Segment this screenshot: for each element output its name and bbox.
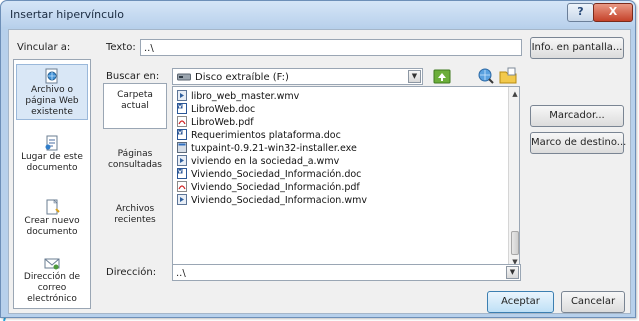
target-frame-button[interactable]: Marco de destino... xyxy=(530,132,626,154)
file-item[interactable]: Viviendo_Sociedad_Información.doc xyxy=(177,168,361,180)
video-file-icon xyxy=(177,90,187,101)
nav-recent-files-label: Archivos recientes xyxy=(114,204,156,225)
address-combobox[interactable]: ..\ ▼ xyxy=(172,264,521,281)
link-to-place-in-document[interactable]: Lugar de este documento xyxy=(16,132,88,178)
scroll-thumb[interactable] xyxy=(511,231,519,255)
word-file-icon xyxy=(177,129,187,140)
email-icon xyxy=(44,258,60,270)
cancel-button[interactable]: Cancelar xyxy=(561,291,625,313)
bookmark-button[interactable]: Marcador... xyxy=(530,105,624,127)
file-item[interactable]: tuxpaint-0.9.21-win32-installer.exe xyxy=(177,142,357,154)
link-to-email-address-label: Dirección de correo electrónico xyxy=(23,272,81,304)
file-name: LibroWeb.pdf xyxy=(191,117,254,128)
file-item[interactable]: libro_web_master.wmv xyxy=(177,90,299,102)
text-label: Texto: xyxy=(106,42,136,53)
link-to-existing-file-label: Archivo o página Web existente xyxy=(25,85,79,117)
word-file-icon xyxy=(177,168,187,179)
link-to-new-document-label: Crear nuevo documento xyxy=(24,216,80,237)
file-name: LibroWeb.doc xyxy=(191,104,256,115)
title-bar: Insertar hipervínculo ? X xyxy=(1,1,635,27)
address-dropdown-arrow[interactable]: ▼ xyxy=(506,266,519,279)
link-to-new-document[interactable]: Crear nuevo documento xyxy=(16,196,88,242)
file-item[interactable]: LibroWeb.doc xyxy=(177,103,255,115)
nav-current-folder-label: Carpeta actual xyxy=(117,90,153,111)
globe-page-icon xyxy=(45,68,58,84)
file-item[interactable]: Viviendo_Sociedad_Informacion.wmv xyxy=(177,194,367,206)
look-in-value: Disco extraíble (F:) xyxy=(195,72,289,83)
address-label: Dirección: xyxy=(106,267,157,278)
look-in-dropdown-arrow[interactable]: ▼ xyxy=(408,70,421,83)
file-name: Viviendo_Sociedad_Información.pdf xyxy=(191,182,360,193)
browse-web-icon[interactable] xyxy=(477,67,495,85)
file-item[interactable]: Viviendo_Sociedad_Información.pdf xyxy=(177,181,360,193)
ok-button[interactable]: Aceptar xyxy=(487,291,554,313)
text-to-display-input[interactable]: ..\ xyxy=(140,39,522,56)
video-file-icon xyxy=(177,155,187,166)
dialog-client-area: Vincular a: Archivo o página Web existen… xyxy=(8,29,631,314)
browse-file-icon[interactable] xyxy=(499,67,517,85)
dialog-title: Insertar hipervínculo xyxy=(10,8,124,21)
file-name: Viviendo_Sociedad_Información.doc xyxy=(191,169,362,180)
nav-browsed-pages[interactable]: Páginas consultadas xyxy=(103,143,167,189)
address-value: ..\ xyxy=(176,268,186,279)
look-in-combobox[interactable]: Disco extraíble (F:) ▼ xyxy=(172,68,423,85)
removable-drive-icon xyxy=(177,73,191,81)
file-item[interactable]: viviendo en la sociedad_a.wmv xyxy=(177,155,339,167)
word-file-icon xyxy=(177,103,187,114)
file-item[interactable]: Requerimientos plataforma.doc xyxy=(177,129,341,141)
nav-current-folder[interactable]: Carpeta actual xyxy=(103,83,167,129)
document-place-icon xyxy=(45,135,58,151)
pdf-file-icon xyxy=(177,181,187,192)
new-document-icon xyxy=(46,199,60,215)
link-to-place-in-document-label: Lugar de este documento xyxy=(21,152,83,173)
file-list[interactable]: libro_web_master.wmv LibroWeb.doc LibroWeb… xyxy=(172,86,520,270)
file-name: Requerimientos plataforma.doc xyxy=(191,130,341,141)
look-in-nav: Carpeta actual Páginas consultadas Archi… xyxy=(101,73,171,266)
file-name: Viviendo_Sociedad_Informacion.wmv xyxy=(191,195,367,206)
video-file-icon xyxy=(177,194,187,205)
up-folder-icon[interactable] xyxy=(433,67,451,85)
link-to-existing-file[interactable]: Archivo o página Web existente xyxy=(16,64,88,120)
exe-file-icon xyxy=(177,142,187,153)
link-to-email-address[interactable]: Dirección de correo electrónico xyxy=(16,252,88,308)
file-name: viviendo en la sociedad_a.wmv xyxy=(191,156,340,167)
nav-recent-files[interactable]: Archivos recientes xyxy=(103,198,167,244)
screen-tip-button[interactable]: Info. en pantalla... xyxy=(530,37,624,59)
pdf-file-icon xyxy=(177,116,187,127)
help-button[interactable]: ? xyxy=(567,3,594,22)
file-item[interactable]: LibroWeb.pdf xyxy=(177,116,254,128)
file-name: tuxpaint-0.9.21-win32-installer.exe xyxy=(191,143,357,154)
insert-hyperlink-dialog: Insertar hipervínculo ? X Vincular a: Ar… xyxy=(0,0,636,318)
file-name: libro_web_master.wmv xyxy=(191,91,300,102)
scroll-up-arrow[interactable]: ▲ xyxy=(510,89,519,99)
nav-browsed-pages-label: Páginas consultadas xyxy=(107,149,162,170)
link-to-label: Vincular a: xyxy=(17,42,71,53)
close-button[interactable]: X xyxy=(593,3,633,22)
file-list-scrollbar[interactable]: ▲ ▼ xyxy=(508,87,519,269)
link-to-panel: Archivo o página Web existente Lugar de … xyxy=(13,59,91,309)
